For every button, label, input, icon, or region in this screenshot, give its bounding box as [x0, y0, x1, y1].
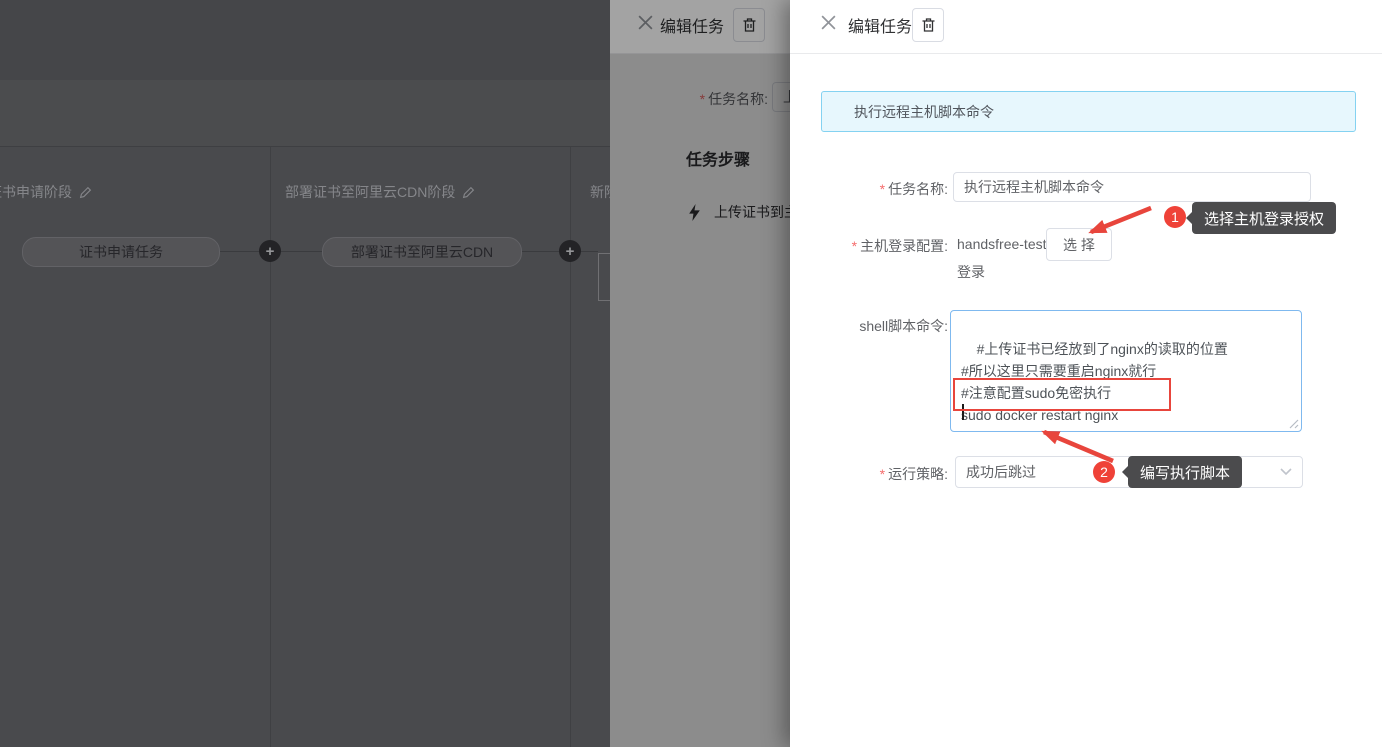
task-pill-deploy-cdn: 部署证书至阿里云CDN — [322, 237, 522, 267]
host-login-value: handsfree-test — [957, 236, 1047, 252]
resize-handle[interactable] — [1288, 418, 1299, 429]
delete-task-button[interactable] — [912, 8, 944, 42]
edit-task-drawer: 编辑任务 执行远程主机脚本命令 *任务名称: 执行远程主机脚本命令 *主机登录配… — [790, 0, 1382, 747]
divider — [790, 53, 1382, 54]
annotation-highlight-rect — [953, 378, 1171, 411]
annotation-badge-2: 2 — [1093, 461, 1115, 483]
modal-mask[interactable] — [610, 0, 790, 54]
close-icon[interactable] — [820, 14, 837, 31]
stage-divider — [270, 147, 271, 747]
required-asterisk: * — [880, 181, 885, 197]
host-login-select-button[interactable]: 选 择 — [1046, 228, 1112, 261]
annotation-tooltip-1: 选择主机登录授权 — [1192, 202, 1336, 234]
task-name-label: *任务名称: — [790, 179, 948, 199]
stage-title-label: 证书申请阶段 — [0, 182, 72, 202]
trash-icon — [921, 17, 936, 33]
modal-mask[interactable] — [610, 54, 790, 747]
chevron-down-icon — [1280, 468, 1292, 476]
task-pill-label: 证书申请任务 — [79, 242, 163, 262]
drawer-title: 编辑任务 — [848, 13, 912, 37]
add-stage-button: + — [559, 240, 581, 262]
host-login-label: *主机登录配置: — [790, 236, 948, 256]
plus-icon: + — [266, 244, 275, 259]
edit-stage-icon — [462, 186, 475, 199]
annotation-badge-1: 1 — [1164, 206, 1186, 228]
stage-title-deploy-cdn: 部署证书至阿里云CDN阶段 — [285, 182, 475, 202]
edit-stage-icon — [79, 186, 92, 199]
task-name-input[interactable]: 执行远程主机脚本命令 — [953, 172, 1311, 202]
host-login-value-line2: 登录 — [957, 262, 985, 282]
shell-script-textarea[interactable]: #上传证书已经放到了nginx的读取的位置 #所以这里只需要重启nginx就行 … — [950, 310, 1302, 432]
required-asterisk: * — [852, 238, 857, 254]
task-pill-label: 部署证书至阿里云CDN — [351, 242, 493, 262]
required-asterisk: * — [880, 466, 885, 482]
annotation-tooltip-2: 编写执行脚本 — [1128, 456, 1242, 488]
alert-text: 执行远程主机脚本命令 — [854, 102, 994, 122]
plus-icon: + — [566, 244, 575, 259]
stage-title-cert-apply: 证书申请阶段 — [0, 182, 92, 202]
run-policy-label: *运行策略: — [790, 464, 948, 484]
task-pill-cert-apply: 证书申请任务 — [22, 237, 220, 267]
stage-divider — [570, 147, 571, 747]
task-type-alert: 执行远程主机脚本命令 — [821, 91, 1356, 132]
add-stage-button: + — [259, 240, 281, 262]
stage-title-label: 部署证书至阿里云CDN阶段 — [285, 182, 455, 202]
shell-script-label: shell脚本命令: — [790, 316, 948, 336]
edit-task-drawer-back: 编辑任务 *任务名称: 上 任务步骤 上传证书到主 — [610, 0, 790, 747]
